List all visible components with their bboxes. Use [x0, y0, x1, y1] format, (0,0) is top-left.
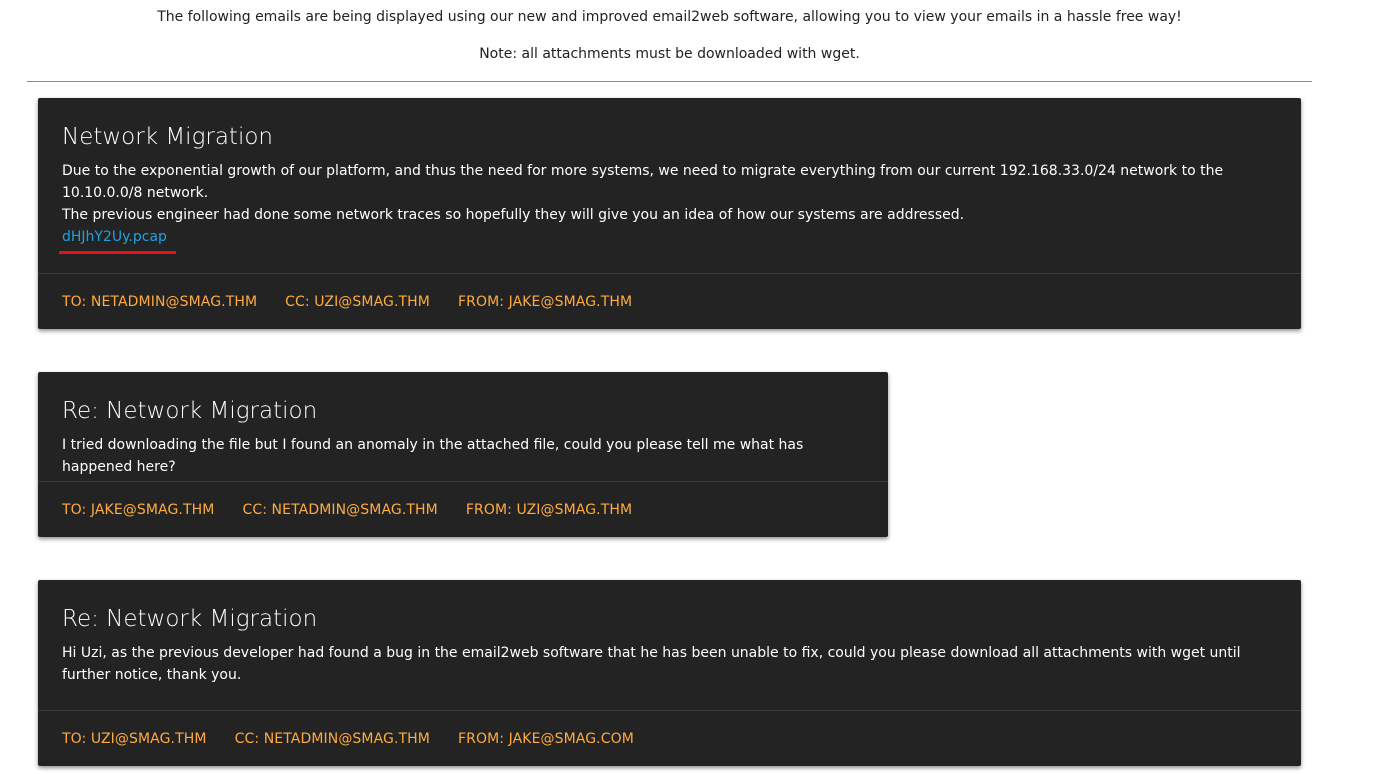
- email-card: Re: Network Migration I tried downloadin…: [38, 372, 888, 537]
- email-subject: Re: Network Migration: [62, 606, 318, 632]
- email-subject: Network Migration: [62, 124, 273, 150]
- email-cc: CC: netadmin@smag.thm: [242, 501, 438, 518]
- attachment-link[interactable]: dHJhY2Uy.pcap: [59, 226, 176, 254]
- email-body: Due to the exponential growth of our pla…: [62, 163, 1224, 201]
- email-to: To: netadmin@smag.thm: [62, 293, 258, 310]
- email-meta: To: jake@smag.thm CC: netadmin@smag.thm …: [38, 481, 888, 537]
- email-to: To: jake@smag.thm: [62, 501, 215, 518]
- email-to: To: uzi@smag.thm: [62, 730, 207, 747]
- email-from: From: jake@smag.com: [457, 730, 634, 747]
- email-meta: To: netadmin@smag.thm CC: uzi@smag.thm F…: [38, 273, 1301, 329]
- intro-text: The following emails are being displayed…: [157, 9, 1182, 25]
- email-meta: To: uzi@smag.thm CC: netadmin@smag.thm F…: [38, 710, 1301, 766]
- email-cc: CC: netadmin@smag.thm: [234, 730, 430, 747]
- divider: [27, 81, 1312, 82]
- email-from: From: uzi@smag.thm: [465, 501, 633, 518]
- attachment-note: Note: all attachments must be downloaded…: [479, 46, 860, 62]
- email-card: Network Migration Due to the exponential…: [38, 98, 1301, 329]
- email-cc: CC: uzi@smag.thm: [285, 293, 430, 310]
- email-from: From: jake@smag.thm: [457, 293, 633, 310]
- email-body: I tried downloading the file but I found…: [62, 437, 804, 475]
- email-body: Hi Uzi, as the previous developer had fo…: [62, 645, 1241, 683]
- email-subject: Re: Network Migration: [62, 398, 318, 424]
- email-card: Re: Network Migration Hi Uzi, as the pre…: [38, 580, 1301, 766]
- email-body: The previous engineer had done some netw…: [62, 207, 965, 223]
